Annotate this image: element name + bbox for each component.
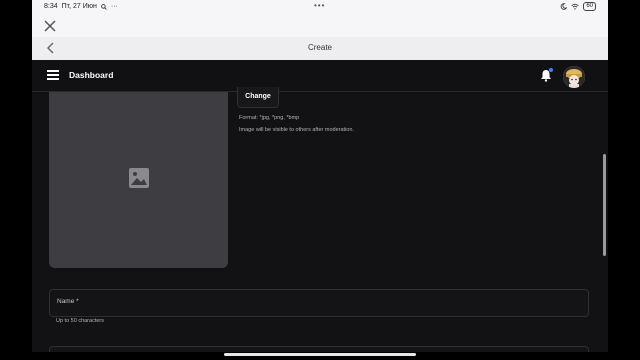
status-date: Пт, 27 Июн xyxy=(61,3,97,10)
status-right: 60 xyxy=(560,2,596,11)
battery-indicator: 60 xyxy=(583,2,596,11)
status-bar: 8:34 Пт, 27 Июн ··· ••• 60 xyxy=(32,0,608,14)
notification-badge xyxy=(549,68,553,72)
hamburger-menu-icon[interactable] xyxy=(47,70,59,80)
page-title: Create xyxy=(307,43,332,52)
avatar[interactable] xyxy=(563,66,585,88)
moon-icon xyxy=(561,3,568,10)
next-form-field[interactable] xyxy=(49,346,589,352)
name-field[interactable]: Name * xyxy=(49,289,589,317)
status-time: 8:34 xyxy=(44,3,58,10)
search-status-icon xyxy=(101,3,107,10)
image-placeholder-icon xyxy=(129,168,149,188)
wifi-icon xyxy=(571,3,579,10)
more-status-icon: ··· xyxy=(110,3,118,10)
close-icon[interactable] xyxy=(42,18,58,34)
scrollbar[interactable] xyxy=(603,154,606,256)
multitask-dots[interactable]: ••• xyxy=(314,1,325,10)
nav-bar: Create xyxy=(32,37,608,61)
change-image-button[interactable]: Change xyxy=(237,87,279,108)
dashboard-title: Dashboard xyxy=(69,70,114,80)
home-indicator[interactable] xyxy=(224,353,416,356)
image-preview[interactable] xyxy=(49,92,228,268)
format-info: Format: *jpg, *png, *bmp xyxy=(239,115,300,121)
name-helper-text: Up to 50 characters xyxy=(56,318,104,324)
avatar-image xyxy=(563,66,585,88)
status-left: 8:34 Пт, 27 Июн ··· xyxy=(44,3,118,10)
app-content: Dashboard Change Format: *jpg, *png, *bm… xyxy=(32,60,608,352)
moderation-info: Image will be visible to others after mo… xyxy=(239,127,354,133)
name-label: Name * xyxy=(57,298,79,305)
close-bar xyxy=(32,14,608,37)
app-header: Dashboard xyxy=(32,60,608,92)
